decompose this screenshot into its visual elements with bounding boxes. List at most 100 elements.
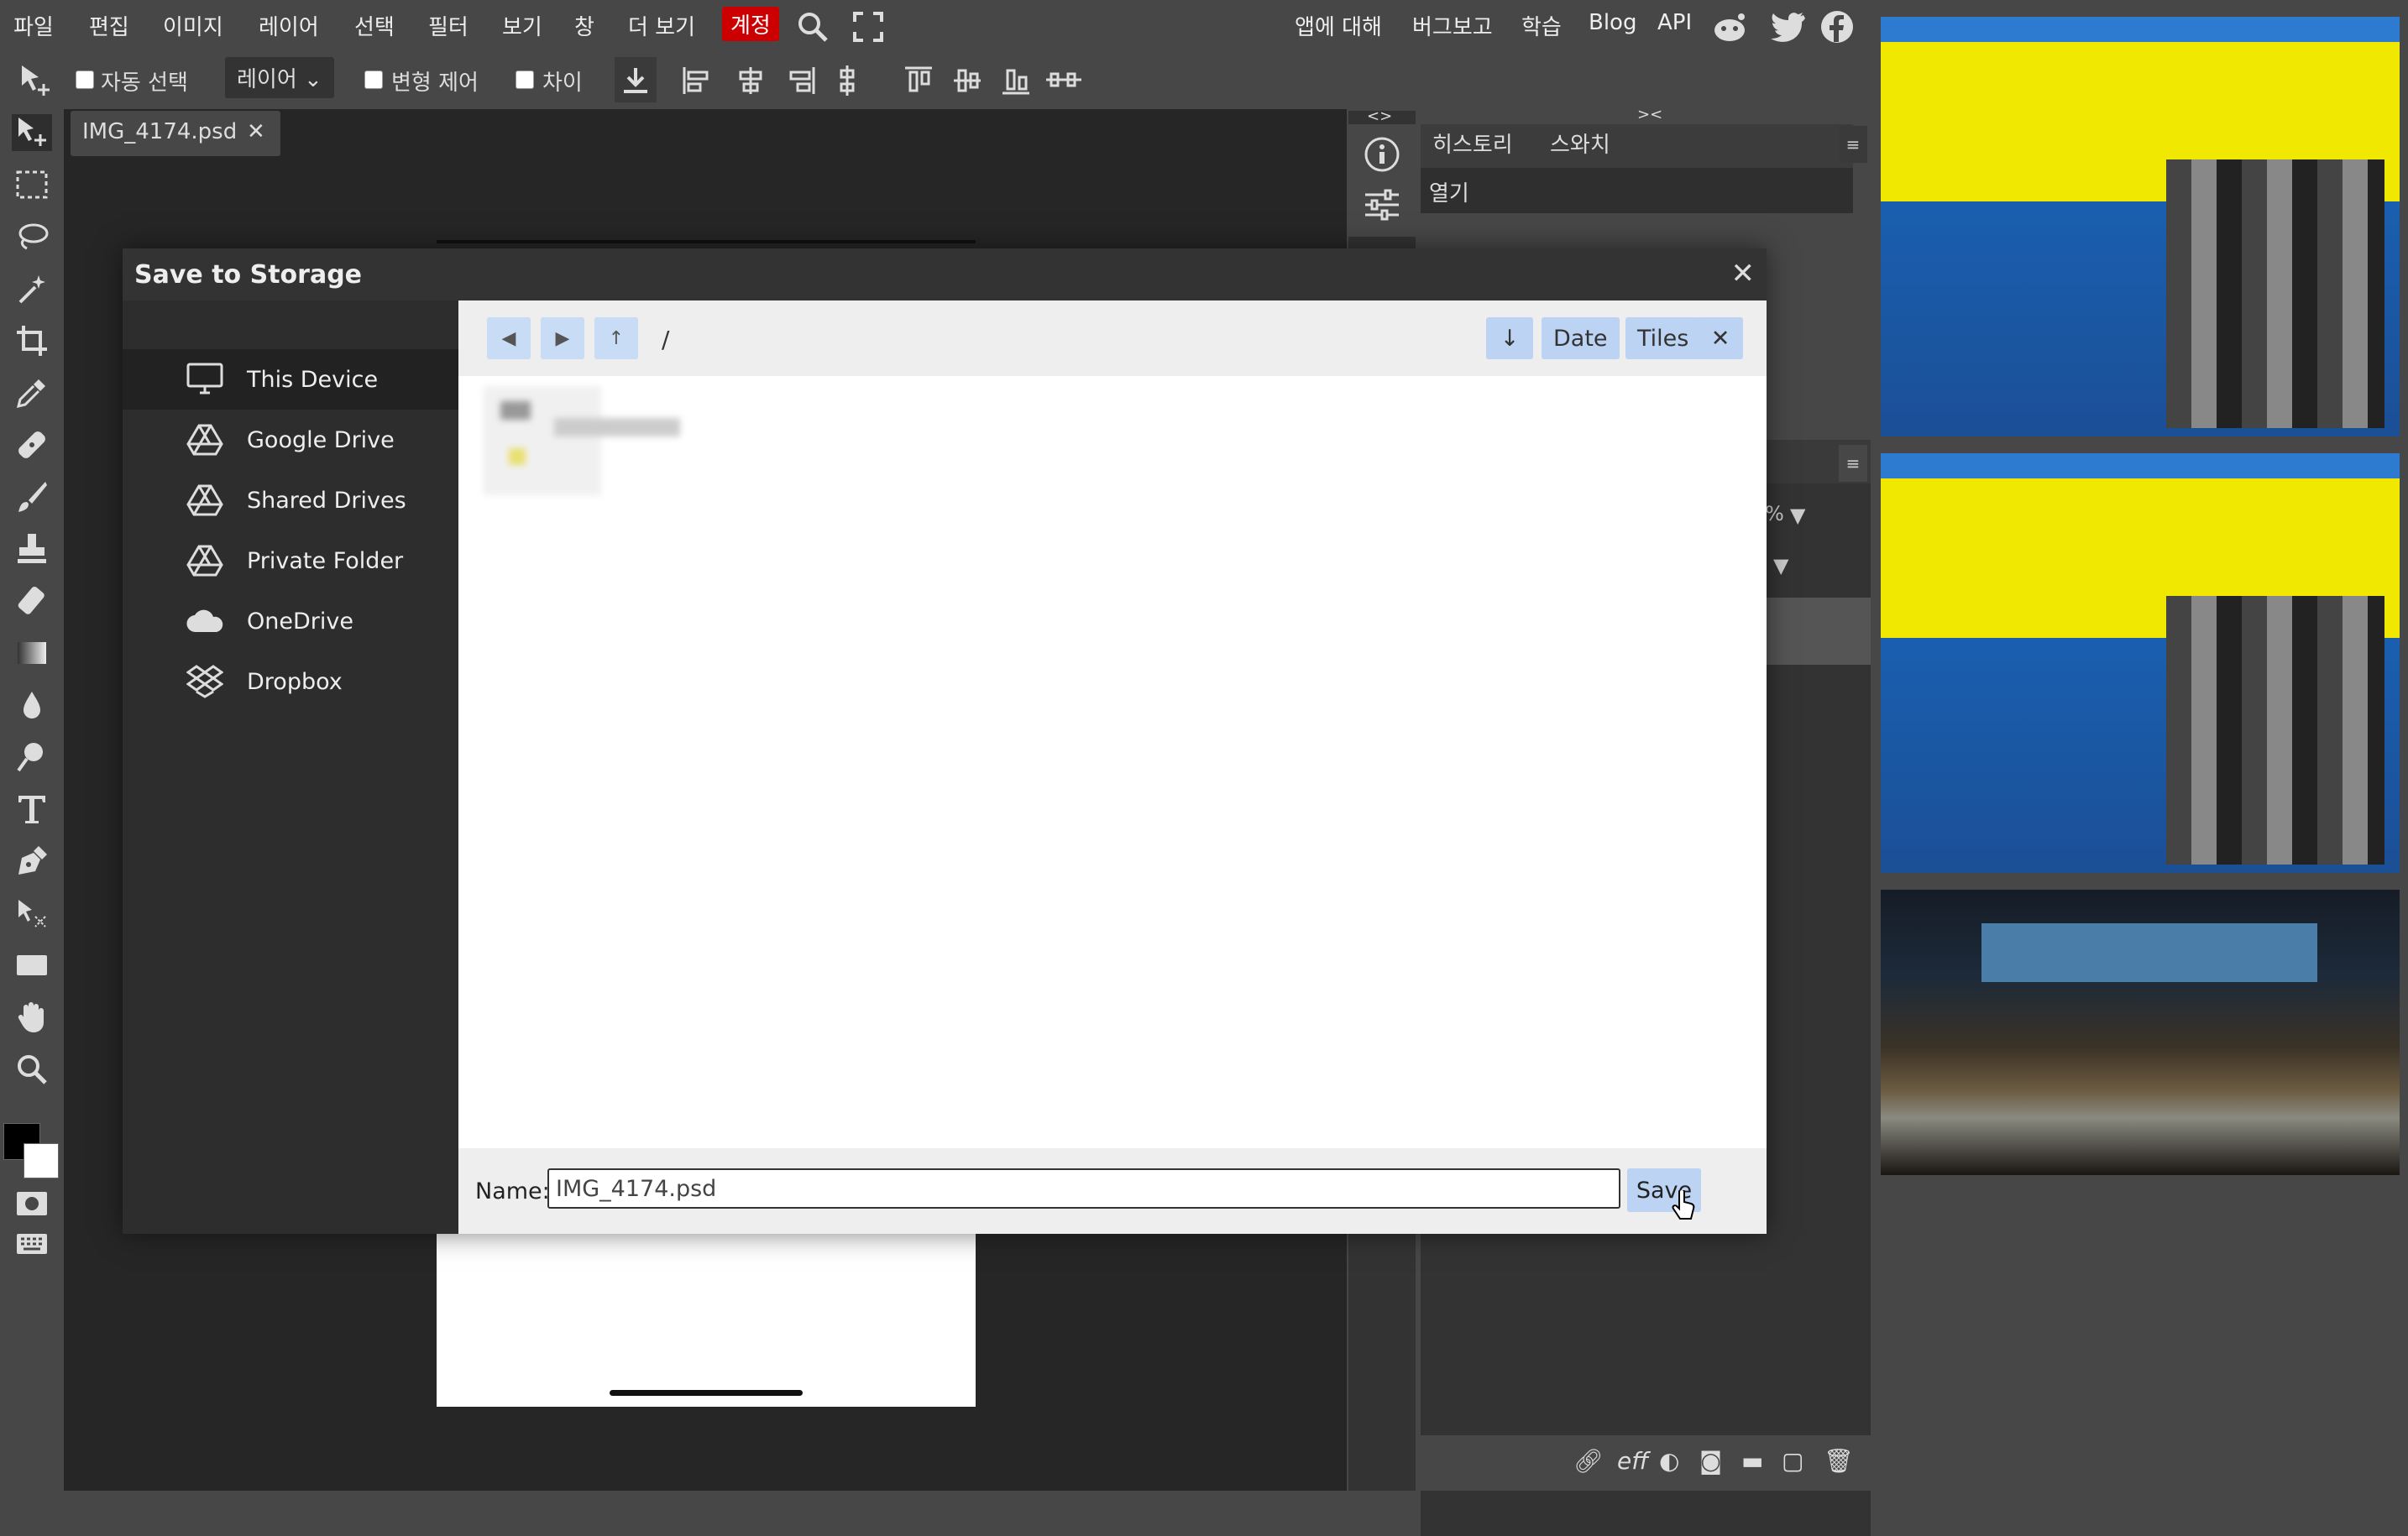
history-panel-menu[interactable]: ≡	[1839, 126, 1867, 163]
transform-controls-checkbox[interactable]	[364, 71, 383, 89]
menu-filter[interactable]: 필터	[428, 10, 469, 41]
up-button[interactable]: ↑	[594, 317, 638, 359]
brush-tool-icon[interactable]	[12, 478, 52, 515]
menu-view[interactable]: 보기	[502, 10, 542, 41]
background-color-swatch[interactable]	[24, 1143, 59, 1178]
layers-panel-menu[interactable]: ≡	[1839, 445, 1867, 482]
twitter-icon[interactable]	[1770, 12, 1805, 45]
close-icon[interactable]: ✕	[1731, 257, 1756, 290]
location-google-drive[interactable]: Google Drive	[123, 410, 458, 470]
magic-wand-tool-icon[interactable]	[12, 270, 52, 307]
menu-image[interactable]: 이미지	[163, 10, 223, 41]
path-select-tool-icon[interactable]	[12, 895, 52, 932]
gradient-tool-icon[interactable]	[12, 635, 52, 671]
sort-direction-button[interactable]: ↓	[1486, 317, 1533, 359]
distribute-h-icon[interactable]	[835, 65, 860, 99]
align-center-h-icon[interactable]	[735, 65, 766, 99]
thumbnail-image[interactable]	[1881, 17, 2400, 436]
sort-date-button[interactable]: Date	[1542, 317, 1620, 359]
trash-icon[interactable]: 🗑︎	[1824, 1447, 1854, 1475]
location-shared-drives[interactable]: Shared Drives	[123, 470, 458, 530]
view-tiles-button[interactable]: Tiles	[1625, 317, 1701, 359]
text-tool-icon[interactable]	[12, 791, 52, 828]
search-icon[interactable]	[796, 10, 830, 47]
blur-tool-icon[interactable]	[12, 687, 52, 724]
dodge-tool-icon[interactable]	[12, 739, 52, 776]
fullscreen-icon[interactable]	[853, 12, 883, 45]
fill-dropdown-arrow[interactable]: ▼	[1773, 554, 1788, 577]
layer-select-dropdown[interactable]: 레이어 ⌄	[225, 57, 334, 98]
new-layer-icon[interactable]: ▢	[1782, 1447, 1803, 1475]
mask-icon[interactable]: ◙	[1699, 1447, 1722, 1475]
menu-blog[interactable]: Blog	[1589, 10, 1636, 35]
file-list[interactable]	[458, 376, 1767, 1148]
menu-about[interactable]: 앱에 대해	[1295, 10, 1382, 41]
healing-brush-tool-icon[interactable]	[12, 426, 52, 463]
menu-report-bug[interactable]: 버그보고	[1412, 10, 1493, 41]
menu-edit[interactable]: 편집	[89, 10, 129, 41]
menu-file[interactable]: 파일	[13, 10, 54, 41]
arrow-up-icon: ↑	[608, 327, 625, 349]
align-top-icon[interactable]	[903, 65, 934, 99]
rectangle-tool-icon[interactable]	[12, 947, 52, 984]
eraser-tool-icon[interactable]	[12, 583, 52, 619]
location-this-device[interactable]: This Device	[123, 349, 458, 410]
pen-tool-icon[interactable]	[12, 843, 52, 880]
location-dropbox[interactable]: Dropbox	[123, 651, 458, 712]
file-name-input[interactable]	[547, 1168, 1620, 1209]
close-browser-button[interactable]: ✕	[1698, 317, 1743, 359]
document-tab-label: IMG_4174.psd	[82, 119, 238, 144]
quick-mask-icon[interactable]	[12, 1185, 52, 1222]
keyboard-icon[interactable]	[12, 1225, 52, 1262]
link-layers-icon[interactable]: 🔗︎	[1573, 1447, 1604, 1475]
tab-swatches[interactable]: 스와치	[1550, 128, 1610, 159]
align-bottom-icon[interactable]	[1001, 65, 1031, 99]
thumbnail-image[interactable]	[1881, 453, 2400, 873]
location-label: Dropbox	[247, 668, 343, 695]
location-private-folder[interactable]: Private Folder	[123, 530, 458, 591]
align-middle-icon[interactable]	[952, 65, 982, 99]
location-onedrive[interactable]: OneDrive	[123, 591, 458, 651]
menu-select[interactable]: 선택	[354, 10, 395, 41]
marquee-tool-icon[interactable]	[12, 166, 52, 203]
info-icon[interactable]	[1364, 136, 1400, 176]
back-button[interactable]: ◀	[487, 317, 531, 359]
facebook-icon[interactable]	[1820, 10, 1854, 47]
lasso-tool-icon[interactable]	[12, 218, 52, 255]
menu-learn[interactable]: 학습	[1521, 10, 1562, 41]
download-icon[interactable]	[615, 57, 657, 102]
stamp-tool-icon[interactable]	[12, 530, 52, 567]
eyedropper-tool-icon[interactable]	[12, 374, 52, 411]
align-right-icon[interactable]	[786, 65, 816, 99]
reddit-icon[interactable]	[1711, 10, 1748, 47]
document-canvas[interactable]	[437, 1234, 976, 1407]
tab-history[interactable]: 히스토리	[1432, 128, 1513, 159]
zoom-tool-icon[interactable]	[12, 1051, 52, 1088]
forward-button[interactable]: ▶	[541, 317, 584, 359]
thumbnail-image[interactable]	[1881, 890, 2400, 1175]
distances-checkbox[interactable]	[516, 71, 534, 89]
menu-window[interactable]: 창	[574, 10, 594, 41]
menu-layer[interactable]: 레이어	[259, 10, 319, 41]
effects-icon[interactable]: eff	[1617, 1447, 1648, 1475]
menu-api[interactable]: API	[1657, 10, 1692, 35]
file-thumbnail[interactable]	[484, 386, 680, 495]
auto-select-checkbox[interactable]	[76, 71, 94, 89]
expand-toggle[interactable]: ><	[1637, 106, 1662, 123]
opacity-dropdown-arrow[interactable]: ▼	[1790, 504, 1805, 527]
move-tool-icon[interactable]	[12, 114, 52, 151]
document-tab[interactable]: IMG_4174.psd ✕	[71, 111, 280, 156]
layer-row[interactable]	[1765, 598, 1871, 665]
history-row[interactable]: 열기	[1421, 168, 1853, 213]
align-left-icon[interactable]	[682, 65, 712, 99]
hand-tool-icon[interactable]	[12, 999, 52, 1036]
distribute-v-icon[interactable]	[1046, 65, 1081, 99]
menu-account[interactable]: 계정	[722, 7, 779, 41]
crop-tool-icon[interactable]	[12, 322, 52, 359]
collapse-toggle[interactable]: <>	[1367, 107, 1392, 125]
close-icon[interactable]: ✕	[247, 119, 265, 144]
adjustments-icon[interactable]	[1364, 188, 1400, 225]
adjustment-layer-icon[interactable]: ◐	[1659, 1447, 1679, 1475]
folder-icon[interactable]: ▬	[1741, 1447, 1763, 1475]
menu-more[interactable]: 더 보기	[628, 10, 695, 41]
